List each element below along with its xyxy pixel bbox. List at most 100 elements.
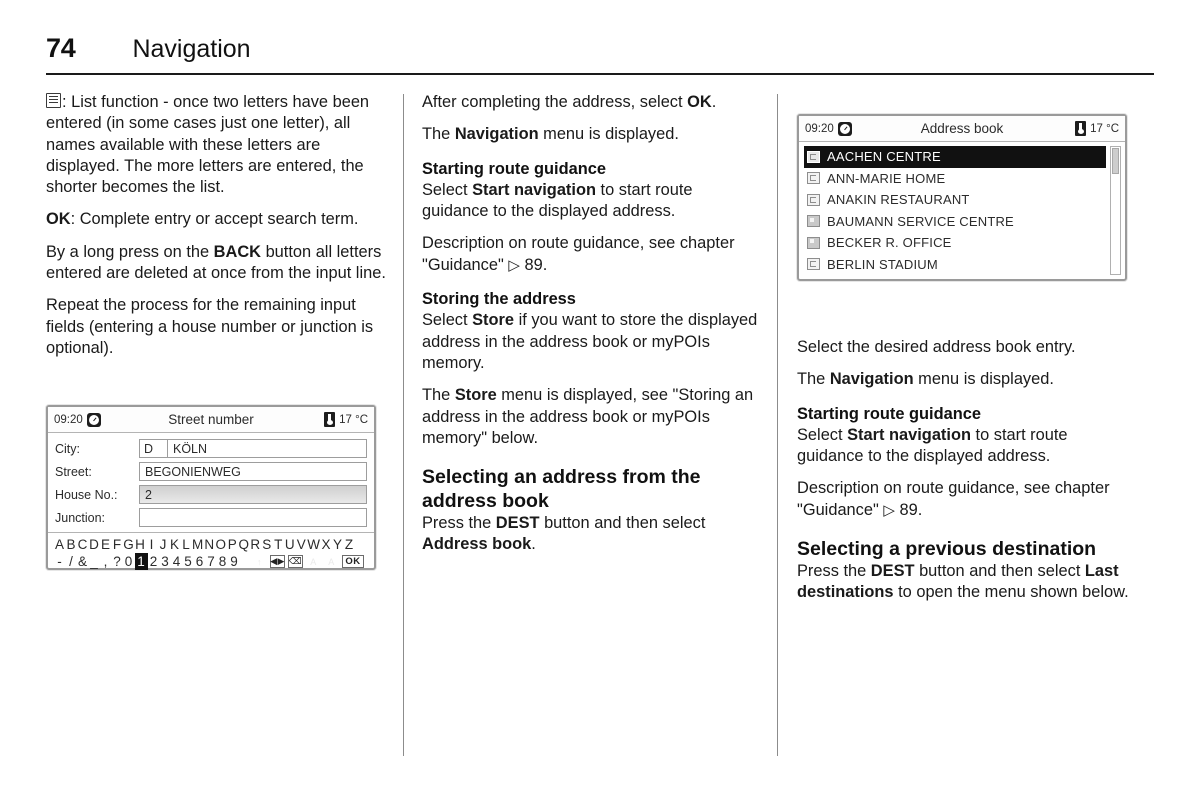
address-book-entry[interactable]: ANAKIN RESTAURANT (804, 189, 1106, 211)
dest-mid: button and then select (539, 514, 706, 533)
key-C[interactable]: C (77, 537, 89, 552)
address-book-entry-label: BERLIN STADIUM (827, 256, 938, 272)
office-entry-icon (807, 236, 820, 249)
street-form-area: City: D KÖLN Street: BEGONIENWEG House N… (48, 433, 374, 534)
key-W[interactable]: W (307, 537, 320, 552)
key-D[interactable]: D (89, 537, 101, 552)
key-N[interactable]: N (204, 537, 216, 552)
key-E[interactable]: E (100, 537, 112, 552)
key-F[interactable]: F (112, 537, 124, 552)
addressbook-status-bar: 09:20 Address book 17 °C (799, 116, 1125, 142)
key-comma[interactable]: , (100, 554, 112, 569)
form-row-house-number[interactable]: House No.: 2 (55, 484, 367, 505)
key-7[interactable]: 7 (206, 554, 218, 569)
key-A[interactable]: A (54, 537, 66, 552)
form-row-street[interactable]: Street: BEGONIENWEG (55, 461, 367, 482)
key-U[interactable]: U (284, 537, 296, 552)
key-H[interactable]: H (135, 537, 147, 552)
key-8[interactable]: 8 (217, 554, 229, 569)
key-hyphen[interactable]: - (54, 554, 66, 569)
keyboard-letters-row[interactable]: ABCDEFGHIJKLMNOPQRSTUVWXYZ (54, 536, 368, 553)
vertical-scrollbar[interactable] (1110, 146, 1121, 275)
street-status-bar: 09:20 Street number 17 °C (48, 407, 374, 434)
letters-a-icon[interactable]: A (306, 555, 321, 569)
key-S[interactable]: S (261, 537, 273, 552)
form-row-city[interactable]: City: D KÖLN (55, 438, 367, 459)
thermometer-icon (1075, 121, 1087, 136)
key-J[interactable]: J (158, 537, 170, 552)
heading-starting-route-guidance-col3: Starting route guidance (797, 404, 981, 423)
key-R[interactable]: R (250, 537, 262, 552)
key-underscore[interactable]: _ (89, 554, 101, 569)
page-number: 74 (46, 33, 76, 63)
key-question[interactable]: ? (112, 554, 124, 569)
address-book-entry[interactable]: BERLIN STADIUM (804, 254, 1106, 276)
city-value: KÖLN (173, 441, 208, 456)
key-9[interactable]: 9 (229, 554, 241, 569)
nav-menu-post-col3: menu is displayed. (913, 370, 1054, 389)
store-menu-pre: The (422, 386, 455, 405)
keyboard-symbols-row[interactable]: - / & _,? 0 1 2 3 4 5 6 7 8 9 ↑ ◀▶ ⌫ A A OK (54, 553, 368, 571)
key-3[interactable]: 3 (160, 554, 172, 569)
key-V[interactable]: V (296, 537, 308, 552)
paragraph-select-start-navigation-col3: Select Start navigation to start route g… (797, 425, 1137, 468)
header-rule (46, 73, 1154, 75)
start-navigation-keyword: Start navigation (472, 180, 596, 199)
scrollbar-thumb[interactable] (1112, 148, 1119, 174)
house-number-label: House No.: (55, 487, 118, 502)
city-input[interactable]: D KÖLN (139, 439, 367, 459)
letters-a-alt-icon[interactable]: A (324, 555, 339, 569)
ok-keyword-col2: OK (687, 93, 712, 111)
backspace-icon[interactable]: ⌫ (288, 555, 303, 569)
key-G[interactable]: G (123, 537, 135, 552)
form-row-junction[interactable]: Junction: (55, 507, 367, 528)
house-number-input[interactable]: 2 (139, 485, 367, 505)
key-P[interactable]: P (227, 537, 239, 552)
nav-menu-pre: The (422, 125, 455, 144)
key-O[interactable]: O (215, 537, 227, 552)
street-label: Street: (55, 464, 92, 479)
shift-up-icon[interactable]: ↑ (252, 555, 267, 569)
home-entry-icon (807, 172, 820, 185)
description-pre-col3: Description on route guidance, see chapt… (797, 479, 1110, 519)
page-header: 74 Navigation (46, 20, 1154, 62)
key-2[interactable]: 2 (148, 554, 160, 569)
key-T[interactable]: T (273, 537, 285, 552)
keyboard-action-keys[interactable]: ↑ ◀▶ ⌫ A A OK (252, 555, 364, 569)
key-slash[interactable]: / (66, 554, 78, 569)
street-input[interactable]: BEGONIENWEG (139, 462, 367, 482)
key-4[interactable]: 4 (171, 554, 183, 569)
key-Y[interactable]: Y (332, 537, 344, 552)
key-Z[interactable]: Z (344, 537, 356, 552)
address-book-entries[interactable]: AACHEN CENTRE ANN-MARIE HOME ANAKIN RESTAU… (804, 146, 1106, 275)
street-status-right: 17 °C (288, 412, 368, 428)
key-K[interactable]: K (169, 537, 181, 552)
keyboard-symbol-keys[interactable]: - / & _,? 0 1 2 3 4 5 6 7 8 9 (54, 553, 241, 571)
key-B[interactable]: B (66, 537, 78, 552)
heading-selecting-previous-destination: Selecting a previous destination (797, 538, 1097, 561)
key-M[interactable]: M (192, 537, 204, 552)
ok-key[interactable]: OK (342, 555, 364, 569)
address-book-entry[interactable]: ANN-MARIE HOME (804, 168, 1106, 190)
key-ampersand[interactable]: & (77, 554, 89, 569)
paragraph-back: By a long press on the BACK button all l… (46, 242, 386, 285)
junction-input[interactable] (139, 508, 367, 528)
addressbook-clock-time: 09:20 (805, 122, 834, 135)
key-Q[interactable]: Q (238, 537, 250, 552)
key-1[interactable]: 1 (134, 553, 148, 571)
key-I[interactable]: I (146, 537, 158, 552)
key-5[interactable]: 5 (183, 554, 195, 569)
device-screen-address-book: 09:20 Address book 17 °C AACHEN CENTRE AN… (797, 114, 1127, 281)
on-screen-keyboard[interactable]: ABCDEFGHIJKLMNOPQRSTUVWXYZ - / & _,? 0 1 2 3 4 5 6… (48, 533, 374, 574)
address-book-list[interactable]: AACHEN CENTRE ANN-MARIE HOME ANAKIN RESTAU… (799, 142, 1125, 279)
cursor-left-right-icon[interactable]: ◀▶ (270, 555, 285, 569)
address-book-entry[interactable]: BECKER R. OFFICE (804, 232, 1106, 254)
key-6[interactable]: 6 (194, 554, 206, 569)
junction-label: Junction: (55, 510, 106, 525)
key-L[interactable]: L (181, 537, 193, 552)
address-book-entry[interactable]: BAUMANN SERVICE CENTRE (804, 211, 1106, 233)
key-X[interactable]: X (321, 537, 333, 552)
key-0[interactable]: 0 (123, 554, 135, 569)
address-book-entry[interactable]: AACHEN CENTRE (804, 146, 1106, 168)
back-text-pre: By a long press on the (46, 242, 214, 261)
